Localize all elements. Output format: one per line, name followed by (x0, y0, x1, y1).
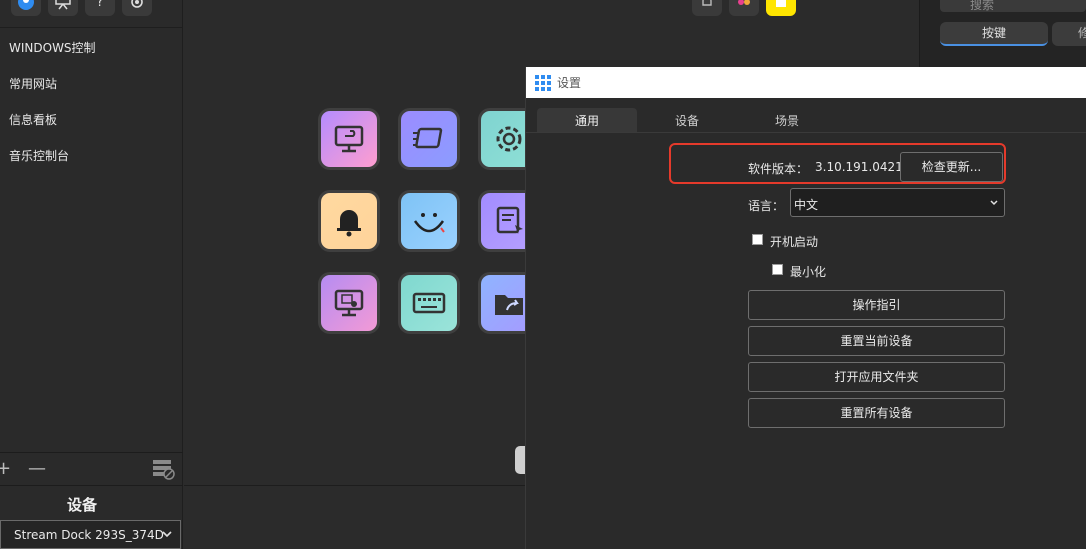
startup-checkbox[interactable] (752, 234, 763, 245)
snapchat-button[interactable] (766, 0, 796, 16)
startup-label: 开机启动 (770, 235, 819, 249)
device-section-title: 设备 (66, 496, 97, 514)
bell-icon (337, 210, 361, 237)
minimize-label: 最小化 (790, 265, 827, 279)
bell-outline-icon (702, 0, 712, 6)
search-input[interactable]: 搜索 (940, 0, 1086, 12)
chevron-down-icon (990, 200, 998, 206)
keyboard-icon (412, 292, 446, 314)
tab-scene[interactable]: 场景 (737, 108, 837, 132)
profile-manage-icon[interactable] (152, 458, 176, 480)
key-8[interactable] (398, 272, 460, 334)
nav-item-music[interactable]: 音乐控制台 (9, 147, 69, 164)
add-profile-button[interactable]: + (0, 458, 11, 479)
remove-profile-button[interactable]: — (28, 458, 46, 479)
gear-icon (496, 126, 522, 152)
guide-button[interactable]: 操作指引 (748, 290, 1005, 320)
question-icon: ? (97, 0, 104, 10)
left-panel: ? WINDOWS控制 常用网站 信息看板 音乐控制台 + — 设备 Strea… (0, 0, 183, 549)
smiley-icon (413, 213, 445, 233)
app-grid-icon (535, 74, 551, 91)
tab-other[interactable]: 修 (1052, 22, 1086, 46)
language-select-value: 中文 (794, 198, 819, 212)
chevron-down-icon (162, 531, 172, 538)
nav-item-windows[interactable]: WINDOWS控制 (9, 39, 96, 56)
device-select-value: Stream Dock 293S_374D (14, 527, 164, 542)
device-select[interactable]: Stream Dock 293S_374D (0, 520, 181, 549)
nav-item-websites[interactable]: 常用网站 (9, 75, 57, 92)
check-update-button[interactable]: 检查更新... (900, 152, 1003, 182)
key-2[interactable] (398, 108, 460, 170)
minimize-checkbox[interactable] (772, 264, 783, 275)
version-label: 软件版本： (748, 162, 809, 176)
key-4[interactable] (318, 190, 380, 252)
gear-icon (131, 0, 143, 8)
folder-share-icon (495, 295, 523, 315)
tab-device[interactable]: 设备 (637, 108, 737, 132)
settings-button[interactable] (122, 0, 152, 16)
notification-button[interactable] (692, 0, 722, 16)
ghost-icon (776, 0, 786, 7)
left-divider (0, 452, 183, 453)
top-divider (0, 27, 183, 28)
svg-text:?: ? (97, 0, 104, 10)
presentation-icon (55, 0, 71, 10)
plugin-button[interactable] (729, 0, 759, 16)
language-label: 语言： (748, 199, 785, 213)
monitor-settings-icon (334, 289, 364, 317)
center-bottom-divider (184, 485, 525, 486)
search-placeholder: 搜索 (970, 0, 995, 12)
monitor-back-icon (334, 125, 364, 153)
dialog-title: 设置 (557, 76, 582, 90)
help-button[interactable]: ? (85, 0, 115, 16)
plugin-icon (738, 0, 750, 5)
language-select[interactable]: 中文 (790, 188, 1005, 217)
device-divider (0, 485, 183, 486)
tab-general[interactable]: 通用 (537, 108, 637, 132)
key-7[interactable] (318, 272, 380, 334)
reset-current-device-button[interactable]: 重置当前设备 (748, 326, 1005, 356)
tab-divider (526, 132, 1086, 133)
nav-item-dashboard[interactable]: 信息看板 (9, 111, 57, 128)
dialog-titlebar[interactable]: 设置 (526, 67, 1086, 98)
key-5[interactable] (398, 190, 460, 252)
user-circle-icon (18, 0, 34, 10)
settings-dialog: 设置 通用 设备 场景 软件版本： 3.10.191.0421 检查更新... … (525, 67, 1086, 549)
document-pointer-icon (496, 206, 523, 234)
key-1[interactable] (318, 108, 380, 170)
version-value: 3.10.191.0421 (815, 160, 903, 174)
profile-button[interactable] (11, 0, 41, 16)
window-speed-icon (413, 127, 443, 149)
dialog-tabbar: 通用 设备 场景 (537, 108, 837, 132)
tab-keys[interactable]: 按键 (940, 22, 1048, 46)
reset-all-devices-button[interactable]: 重置所有设备 (748, 398, 1005, 428)
presentation-button[interactable] (48, 0, 78, 16)
open-app-folder-button[interactable]: 打开应用文件夹 (748, 362, 1005, 392)
